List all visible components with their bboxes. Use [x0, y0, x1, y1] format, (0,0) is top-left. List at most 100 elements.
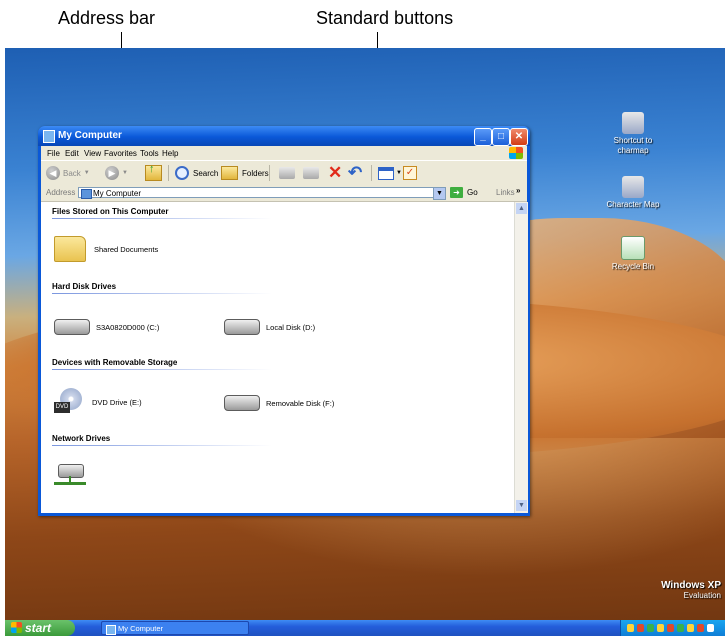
undo-button[interactable]: ↶	[348, 163, 363, 182]
tray-icon[interactable]	[677, 624, 684, 632]
desktop-icon-label: Character Map	[606, 200, 660, 209]
scroll-up-icon[interactable]: ▲	[516, 203, 527, 214]
my-computer-icon	[81, 189, 92, 199]
menu-file[interactable]: File	[47, 149, 60, 158]
links-label[interactable]: Links	[496, 188, 515, 197]
address-label: Address	[46, 188, 76, 197]
windows-branding: Windows XP Evaluation	[661, 580, 721, 600]
search-icon	[175, 166, 189, 180]
item-label: DVD Drive (E:)	[92, 397, 142, 407]
tray-icon[interactable]	[707, 624, 714, 632]
title-bar[interactable]: My Computer _ □ ✕	[38, 126, 530, 146]
back-label: Back	[63, 168, 81, 178]
group-title: Hard Disk Drives	[52, 282, 117, 291]
vertical-scrollbar[interactable]: ▲ ▼	[514, 202, 528, 513]
standard-buttons-toolbar: ◀ Back ▼ ▶ ▼ ↑ Search Folders ✕ ↶ ▼ ✓	[41, 160, 527, 186]
tray-icon[interactable]	[647, 624, 654, 632]
windows-logo-icon	[11, 622, 22, 633]
copy-to-button[interactable]	[303, 165, 319, 181]
my-computer-window: My Computer _ □ ✕ File Edit View Favorit…	[38, 126, 530, 516]
chevron-down-icon: ▼	[396, 170, 402, 176]
folders-icon	[221, 166, 238, 180]
my-computer-icon	[106, 625, 116, 635]
drive-item-e[interactable]: DVD DVD Drive (E:)	[54, 388, 142, 416]
removable-disk-icon	[224, 395, 260, 411]
close-button[interactable]: ✕	[510, 128, 528, 146]
callout-standard-buttons: Standard buttons	[316, 8, 454, 28]
menu-tools[interactable]: Tools	[140, 149, 159, 158]
tray-icon[interactable]	[667, 624, 674, 632]
minimize-button[interactable]: _	[474, 128, 492, 146]
window-client: File Edit View Favorites Tools Help ◀ Ba…	[41, 146, 528, 513]
drive-item-f[interactable]: Removable Disk (F:)	[224, 395, 334, 411]
item-label: S3A0820D000 (C:)	[96, 322, 160, 332]
start-label: start	[25, 621, 52, 635]
task-label: My Computer	[118, 624, 164, 633]
menu-help[interactable]: Help	[162, 149, 178, 158]
back-button[interactable]: ◀ Back ▼	[46, 165, 90, 181]
dvd-drive-icon: DVD	[54, 388, 84, 416]
views-button[interactable]: ▼	[378, 165, 402, 181]
go-button-icon[interactable]: ➜	[450, 187, 463, 198]
group-title: Network Drives	[52, 434, 111, 443]
desktop-icon-label: Shortcut to charmap	[613, 136, 653, 155]
forward-arrow-icon: ▶	[105, 166, 119, 180]
tray-icon[interactable]	[657, 624, 664, 632]
charmap-icon	[622, 176, 644, 198]
search-label: Search	[193, 168, 219, 178]
network-drive-icon	[54, 460, 86, 488]
menu-edit[interactable]: Edit	[65, 149, 79, 158]
group-title: Files Stored on This Computer	[52, 207, 169, 216]
customize-button[interactable]: ✓	[403, 165, 417, 181]
chevron-down-icon: ▼	[122, 170, 128, 176]
folders-button[interactable]: Folders	[221, 165, 269, 181]
move-to-button[interactable]	[279, 165, 295, 181]
taskbar-button-my-computer[interactable]: My Computer	[101, 621, 249, 635]
desktop-icon-recycle-bin[interactable]: Recycle Bin	[603, 236, 663, 272]
scroll-down-icon[interactable]: ▼	[516, 500, 527, 511]
desktop-icon-shortcut-charmap[interactable]: Shortcut to charmap	[603, 112, 663, 156]
folders-label: Folders	[242, 168, 269, 178]
start-button[interactable]: start	[5, 620, 75, 636]
go-label[interactable]: Go	[467, 188, 478, 197]
drive-item-d[interactable]: Local Disk (D:)	[224, 319, 315, 335]
system-tray	[620, 620, 725, 636]
drive-item-shared-documents[interactable]: Shared Documents	[54, 236, 158, 262]
forward-button[interactable]: ▶ ▼	[105, 165, 128, 181]
menu-bar: File Edit View Favorites Tools Help	[41, 146, 527, 160]
undo-icon: ↶	[348, 163, 363, 182]
address-dropdown-button[interactable]: ▼	[433, 187, 446, 200]
group-title: Devices with Removable Storage	[52, 358, 178, 367]
maximize-button[interactable]: □	[492, 128, 510, 146]
content-pane: Files Stored on This Computer Shared Doc…	[41, 202, 514, 513]
chevron-down-icon: ▼	[83, 170, 90, 176]
taskbar: start My Computer	[5, 620, 725, 636]
item-label: Shared Documents	[94, 244, 159, 254]
tray-icon[interactable]	[697, 624, 704, 632]
search-button[interactable]: Search	[175, 165, 218, 181]
desktop-icon-character-map[interactable]: Character Map	[603, 176, 663, 210]
up-folder-icon: ↑	[145, 163, 162, 181]
tray-icon[interactable]	[687, 624, 694, 632]
drive-item-c[interactable]: S3A0820D000 (C:)	[54, 319, 159, 335]
address-bar: Address My Computer ▼ ➜ Go Links »	[41, 185, 527, 202]
menu-view[interactable]: View	[84, 149, 101, 158]
tray-icon[interactable]	[627, 624, 634, 632]
branding-line1: Windows XP	[661, 580, 721, 591]
delete-button[interactable]: ✕	[328, 163, 343, 182]
menu-favorites[interactable]: Favorites	[104, 149, 137, 158]
window-title: My Computer	[58, 130, 122, 141]
windows-logo-icon	[509, 147, 523, 159]
hard-disk-icon	[54, 319, 90, 335]
item-label: Local Disk (D:)	[266, 322, 316, 332]
copy-to-icon	[303, 167, 319, 179]
hard-disk-icon	[224, 319, 260, 335]
up-folder-button[interactable]: ↑	[145, 163, 162, 181]
checklist-icon: ✓	[403, 166, 417, 180]
address-input[interactable]: My Computer	[78, 187, 435, 199]
drive-item-network[interactable]	[54, 460, 86, 488]
chevron-right-icon[interactable]: »	[516, 186, 520, 195]
delete-x-icon: ✕	[328, 163, 343, 182]
tray-icon[interactable]	[637, 624, 644, 632]
address-value: My Computer	[93, 189, 142, 198]
